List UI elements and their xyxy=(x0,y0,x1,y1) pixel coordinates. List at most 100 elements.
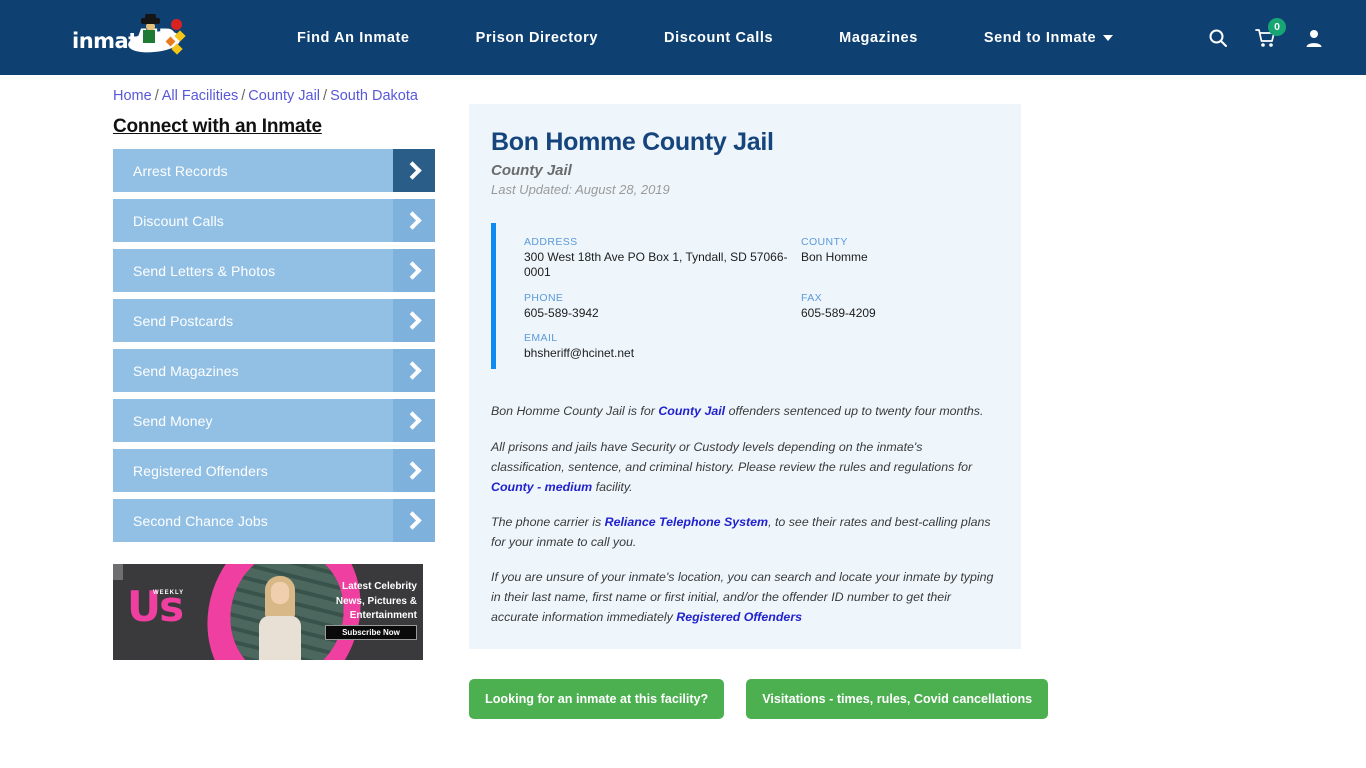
inline-text: Bon Homme County Jail is for xyxy=(491,404,659,419)
ad-copy-text: Latest Celebrity News, Pictures & Entert… xyxy=(335,581,417,621)
sidebar: Connect with an Inmate Arrest Records Di… xyxy=(113,104,435,660)
nav-item-send-to-inmate-label: Send to Inmate xyxy=(983,29,1097,46)
chevron-right-icon xyxy=(393,149,435,192)
sidebar-item-label: Send Money xyxy=(133,412,213,429)
search-icon xyxy=(1209,29,1227,47)
contact-phone: PHONE 605-589-3942 xyxy=(524,281,801,321)
sidebar-item-send-magazines[interactable]: Send Magazines xyxy=(113,349,435,392)
user-icon xyxy=(1306,29,1322,47)
facility-last-updated: Last Updated: August 28, 2019 xyxy=(491,182,670,197)
sidebar-item-label: Registered Offenders xyxy=(133,462,268,479)
inline-text: The phone carrier is xyxy=(491,514,605,529)
sidebar-menu: Arrest Records Discount Calls Send Lette… xyxy=(113,149,435,542)
breadcrumb: Home / All Facilities / County Jail / South Da… xyxy=(0,75,1366,104)
nav-item-send-to-inmate[interactable]: Send to Inmate xyxy=(951,30,1146,46)
contact-email-value: bhsheriff@hcinet.net xyxy=(524,346,635,361)
account-button[interactable] xyxy=(1290,18,1338,58)
cart-count-badge: 0 xyxy=(1268,17,1286,36)
breadcrumb-item-south-dakota[interactable]: South Dakota xyxy=(330,88,418,104)
contact-fax-value: 605-589-4209 xyxy=(801,305,876,320)
nav-item-prison-directory[interactable]: Prison Directory xyxy=(443,30,631,46)
content-columns: Connect with an Inmate Arrest Records Di… xyxy=(0,104,1366,720)
inline-link[interactable]: County - medium xyxy=(491,480,592,494)
logo-figure-body xyxy=(143,29,155,43)
contact-phone-value: 605-589-3942 xyxy=(524,305,599,320)
contact-county-label: COUNTY xyxy=(801,236,848,248)
inline-text: facility. xyxy=(592,479,633,494)
contact-address-label: ADDRESS xyxy=(524,236,578,248)
ad-photo-person-body xyxy=(259,616,301,660)
chevron-right-icon xyxy=(393,349,435,392)
breadcrumb-item-county-jail[interactable]: County Jail xyxy=(248,88,320,104)
ad-brand-sublabel: WEEKLY xyxy=(153,590,185,596)
inline-text: All prisons and jails have Security or C… xyxy=(491,439,973,474)
chevron-right-icon xyxy=(393,299,435,342)
visitations-button[interactable]: Visitations - times, rules, Covid cancel… xyxy=(746,679,1049,720)
facility-paragraph: The phone carrier is Reliance Telephone … xyxy=(491,512,999,552)
breadcrumb-item-home[interactable]: Home xyxy=(113,88,152,104)
contact-county: COUNTY Bon Homme xyxy=(801,225,999,281)
site-logo[interactable]: inmate AID xyxy=(72,13,192,60)
chevron-right-icon xyxy=(393,399,435,442)
logo-dot-red xyxy=(171,18,182,30)
contact-phone-label: PHONE xyxy=(524,291,564,304)
facility-type: County Jail xyxy=(491,162,572,179)
main-navigation: Find An Inmate Prison Directory Discount… xyxy=(264,30,1146,46)
contact-fax: FAX 605-589-4209 xyxy=(801,281,999,321)
contact-address-value: 300 West 18th Ave PO Box 1, Tyndall, SD … xyxy=(524,250,788,280)
find-inmate-button[interactable]: Looking for an inmate at this facility? xyxy=(469,679,725,720)
chevron-right-icon xyxy=(393,249,435,292)
sidebar-item-label: Discount Calls xyxy=(133,212,224,229)
sidebar-item-send-money[interactable]: Send Money xyxy=(113,399,435,442)
facility-paragraph: Bon Homme County Jail is for County Jail… xyxy=(491,401,999,421)
site-header: inmate AID Find An Inmate Prison Directo… xyxy=(0,0,1366,75)
main-content: Bon Homme County Jail County Jail Last U… xyxy=(469,104,1049,720)
chevron-right-icon xyxy=(393,199,435,242)
facility-paragraph: If you are unsure of your inmate's locat… xyxy=(491,567,999,627)
contact-county-value: Bon Homme xyxy=(801,250,868,264)
contact-fax-label: FAX xyxy=(801,291,823,304)
logo-figure-hat-brim xyxy=(141,17,160,24)
sidebar-item-send-postcards[interactable]: Send Postcards xyxy=(113,299,435,342)
inline-link[interactable]: County Jail xyxy=(658,404,725,418)
ad-corner-marker xyxy=(113,564,123,580)
contact-email: EMAIL bhsheriff@hcinet.net xyxy=(524,321,801,361)
header-icon-group: 0 xyxy=(1194,17,1338,58)
chevron-right-icon xyxy=(393,449,435,492)
page-body: Home / All Facilities / County Jail / South Da… xyxy=(0,75,1366,720)
inline-link[interactable]: Registered Offenders xyxy=(676,610,802,624)
nav-item-discount-calls[interactable]: Discount Calls xyxy=(631,30,806,46)
breadcrumb-separator: / xyxy=(241,88,246,104)
nav-item-find-an-inmate[interactable]: Find An Inmate xyxy=(264,30,443,46)
sidebar-item-send-letters-photos[interactable]: Send Letters & Photos xyxy=(113,249,435,292)
sidebar-item-label: Send Letters & Photos xyxy=(133,262,276,279)
facility-description: Bon Homme County Jail is for County Jail… xyxy=(491,401,999,627)
cart-button[interactable]: 0 xyxy=(1242,17,1290,58)
ad-photo-person-face xyxy=(271,582,289,604)
breadcrumb-separator: / xyxy=(323,88,328,104)
breadcrumb-item-all-facilities[interactable]: All Facilities xyxy=(162,88,239,104)
sidebar-item-label: Arrest Records xyxy=(133,162,228,179)
page-title: Bon Homme County Jail xyxy=(491,128,774,156)
contact-address: ADDRESS 300 West 18th Ave PO Box 1, Tynd… xyxy=(524,225,801,281)
sidebar-item-registered-offenders[interactable]: Registered Offenders xyxy=(113,449,435,492)
nav-item-magazines[interactable]: Magazines xyxy=(806,30,951,46)
breadcrumb-separator: / xyxy=(154,88,159,104)
advertisement-banner[interactable]: Us WEEKLY Latest Celebrity News, Picture… xyxy=(113,564,423,660)
sidebar-item-label: Send Magazines xyxy=(133,362,239,379)
sidebar-item-arrest-records[interactable]: Arrest Records xyxy=(113,149,435,192)
chevron-right-icon xyxy=(393,499,435,542)
ad-subscribe-button[interactable]: Subscribe Now xyxy=(325,625,417,640)
sidebar-item-label: Second Chance Jobs xyxy=(133,512,268,529)
facility-paragraph: All prisons and jails have Security or C… xyxy=(491,437,999,497)
contact-email-label: EMAIL xyxy=(524,332,558,345)
facility-panel: Bon Homme County Jail County Jail Last U… xyxy=(469,104,1021,650)
sidebar-item-discount-calls[interactable]: Discount Calls xyxy=(113,199,435,242)
sidebar-item-label: Send Postcards xyxy=(133,312,234,329)
contact-details: ADDRESS 300 West 18th Ave PO Box 1, Tynd… xyxy=(491,223,999,370)
sidebar-item-second-chance-jobs[interactable]: Second Chance Jobs xyxy=(113,499,435,542)
inline-text: offenders sentenced up to twenty four mo… xyxy=(725,404,984,419)
cta-button-row: Looking for an inmate at this facility? … xyxy=(469,679,1049,720)
inline-link[interactable]: Reliance Telephone System xyxy=(605,515,768,529)
search-button[interactable] xyxy=(1194,18,1242,58)
